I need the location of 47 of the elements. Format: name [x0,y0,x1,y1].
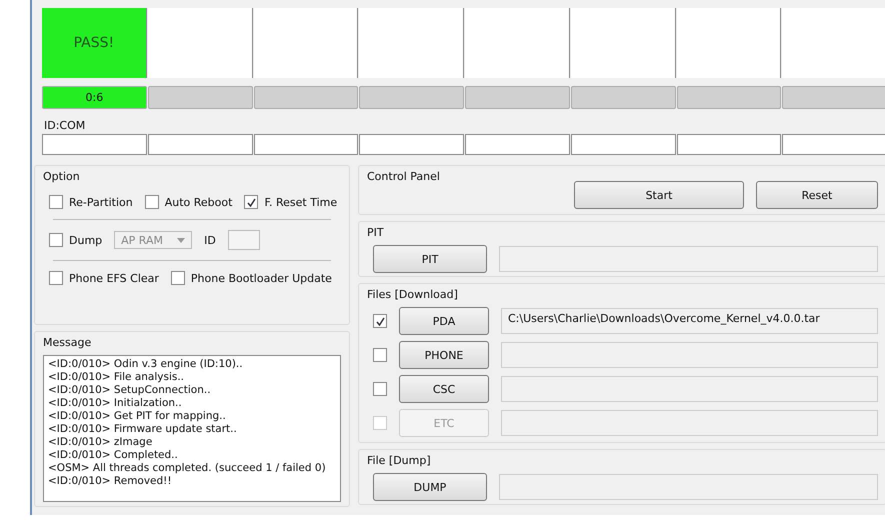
checkbox-label: Phone Bootloader Update [190,272,332,284]
group-title: Option [43,170,81,183]
log-line: <OSM> All threads completed. (succeed 1 / failed 0) [48,462,327,475]
log-line: <ID:0/010> Odin v.3 engine (ID:10).. [48,358,244,371]
file-path: C:\Users\Charlie\Downloads\Overcome_Kernel_v4.0.0.tar [508,312,820,325]
log-line: <ID:0/010> File analysis.. [48,371,186,384]
checkbox[interactable] [49,195,63,209]
caret-icon [177,238,186,242]
action-button[interactable]: Reset [756,181,878,209]
group-title: Message [43,336,92,349]
group-title: File [Dump] [367,454,432,467]
checkbox[interactable] [244,195,258,209]
checkbox[interactable] [373,348,387,362]
file-button[interactable]: PHONE [399,341,489,369]
group-title: Control Panel [367,170,441,183]
checkbox[interactable] [144,195,159,209]
checkbox-label: Phone EFS Clear [69,272,159,284]
checkbox[interactable] [373,314,387,328]
action-button[interactable]: Start [574,181,744,209]
checkbox[interactable] [49,233,63,247]
checkbox[interactable] [170,271,185,285]
check-icon [246,198,256,206]
checkbox-label: Auto Reboot [164,196,232,208]
log-line: <ID:0/010> zImage [48,436,154,449]
id-field[interactable] [228,230,260,250]
checkbox-label: F. Reset Time [264,196,338,208]
file-button[interactable]: PDA [399,307,489,335]
log-line: <ID:0/010> SetupConnection.. [48,384,212,397]
log-line: <ID:0/010> Completed.. [48,449,179,462]
checkbox[interactable] [49,271,63,285]
log-line: <ID:0/010> Initialzation.. [48,397,183,410]
log-line: <ID:0/010> Get PIT for mapping.. [48,410,227,423]
group-title: Files [Download] [367,288,459,301]
id-label: ID [204,234,216,246]
checkbox-label: Re-Partition [69,196,133,208]
id-com-label: ID:COM [44,119,86,132]
pit-button[interactable]: PIT [373,245,487,273]
log-line: <ID:0/010> Firmware update start.. [48,423,238,436]
checkbox[interactable] [373,382,387,396]
log-line: <ID:0/010> Removed!! [48,475,173,488]
dump-button[interactable]: DUMP [373,473,487,501]
file-button[interactable]: CSC [399,375,489,403]
group-title: PIT [367,226,385,239]
checkbox-label: Dump [69,234,102,246]
check-icon [376,316,384,326]
status-text: PASS! [74,35,114,51]
progress-text: 0:6 [86,91,104,104]
